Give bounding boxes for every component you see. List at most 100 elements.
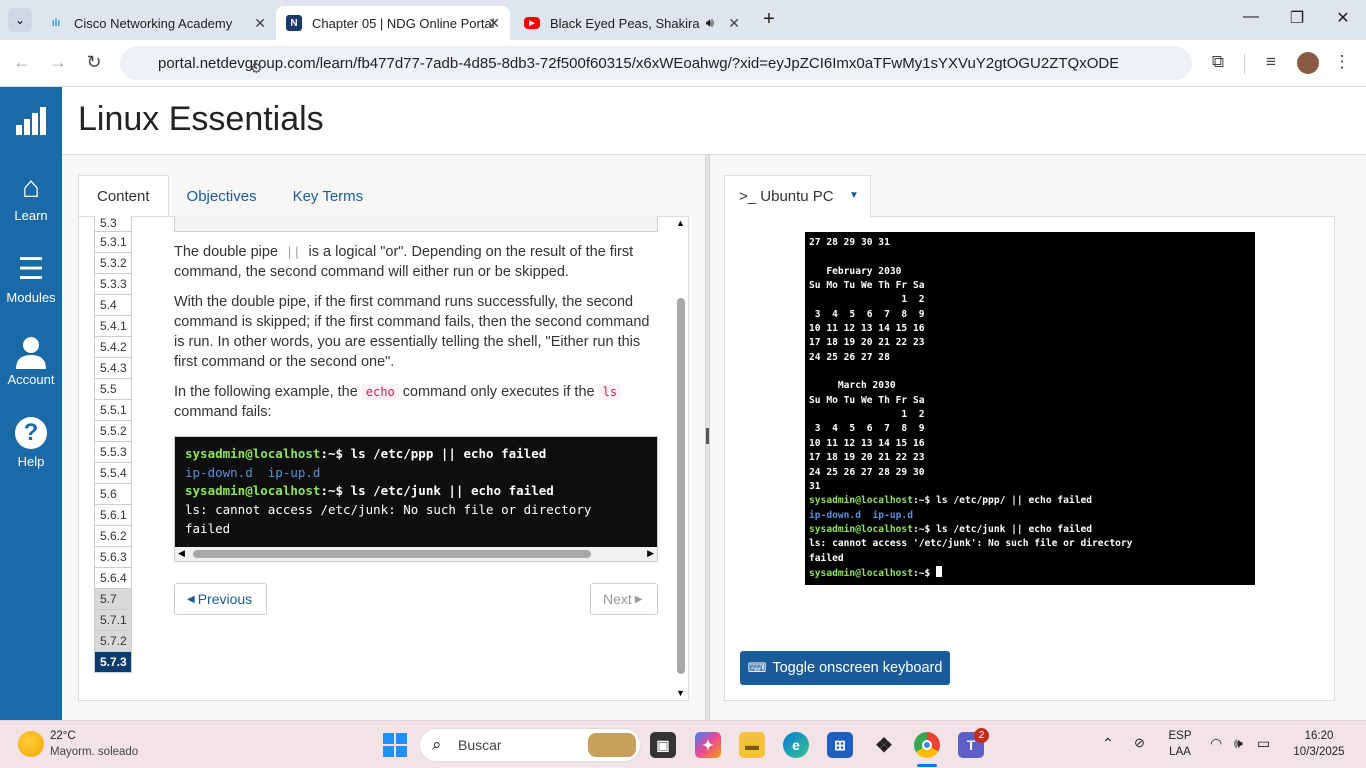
- terminal-prompt: sysadmin@localhost: [809, 523, 913, 535]
- user-icon: [16, 337, 46, 369]
- toc-item[interactable]: 5.3.1: [94, 232, 132, 253]
- tab-search-button[interactable]: ⌄: [8, 8, 32, 32]
- extensions-icon[interactable]: ⧉: [1206, 52, 1230, 72]
- terminal-line: 3 4 5 6 7 8 9: [809, 422, 1251, 436]
- new-tab-button[interactable]: +: [754, 8, 784, 31]
- site-info-icon[interactable]: ⚙: [250, 60, 263, 77]
- tab-key-terms[interactable]: Key Terms: [275, 175, 382, 217]
- toc-item[interactable]: 5.6: [94, 484, 132, 505]
- vm-tab[interactable]: >_ Ubuntu PC ▼: [724, 175, 871, 217]
- toc-item[interactable]: 5.4.3: [94, 358, 132, 379]
- scroll-right-icon[interactable]: ▶: [647, 548, 654, 559]
- content-vertical-scrollbar[interactable]: ▲ ▼: [674, 216, 688, 700]
- toc-item[interactable]: 5.6.3: [94, 547, 132, 568]
- toc-item[interactable]: 5.5.1: [94, 400, 132, 421]
- previous-label: Previous: [197, 591, 253, 607]
- more-menu-icon[interactable]: ⋮: [1330, 52, 1354, 72]
- weather-description[interactable]: Mayorm. soleado: [50, 746, 138, 758]
- chrome-icon[interactable]: [914, 732, 940, 758]
- close-tab-icon[interactable]: ✕: [488, 15, 500, 32]
- language-code[interactable]: ESP: [1163, 730, 1197, 742]
- taskbar-search[interactable]: ⌕ Buscar: [419, 728, 641, 762]
- keyboard-layout[interactable]: LAA: [1163, 746, 1197, 758]
- browser-tab-cisco[interactable]: ılı Cisco Networking Academy ✕: [38, 6, 276, 40]
- browser-tab-strip: ⌄ ılı Cisco Networking Academy ✕ N Chapt…: [0, 0, 1366, 40]
- profile-avatar[interactable]: [1297, 52, 1319, 74]
- prompt-user: sysadmin@localhost: [185, 446, 321, 461]
- nav-modules[interactable]: ☰ Modules: [0, 253, 62, 305]
- edge-icon[interactable]: e: [783, 732, 809, 758]
- nav-learn[interactable]: ⌂ Learn: [0, 171, 62, 223]
- splitter-grip[interactable]: [706, 428, 709, 444]
- command: ls /etc/junk || echo failed: [350, 483, 554, 499]
- toc-item[interactable]: 5.7: [94, 589, 132, 610]
- scrollbar-thumb[interactable]: [193, 550, 591, 558]
- toc-item[interactable]: 5.3.3: [94, 274, 132, 295]
- volume-icon[interactable]: 🕪︎: [1234, 735, 1243, 752]
- terminal-line: 1 2: [809, 408, 1251, 422]
- code-horizontal-scrollbar[interactable]: ◀ ▶: [175, 547, 657, 561]
- toc-item[interactable]: 5.3.2: [94, 253, 132, 274]
- browser-tab-ndg[interactable]: N Chapter 05 | NDG Online Portal ✕: [276, 6, 510, 40]
- battery-icon[interactable]: ▭: [1257, 735, 1270, 752]
- maximize-button[interactable]: ❐: [1282, 8, 1312, 28]
- toc-item[interactable]: 5.4: [94, 295, 132, 316]
- previous-button[interactable]: ◀ Previous: [174, 583, 267, 615]
- scroll-down-icon[interactable]: ▼: [676, 688, 685, 698]
- vm-tab-label: >_ Ubuntu PC: [739, 188, 834, 205]
- toggle-keyboard-button[interactable]: ⌨ Toggle onscreen keyboard: [740, 651, 950, 685]
- next-button[interactable]: Next ▶: [590, 583, 658, 615]
- nav-help[interactable]: ? Help: [0, 417, 62, 469]
- url-text: portal.netdevgroup.com/learn/fb477d77-7a…: [158, 54, 1118, 72]
- terminal-text: 24 25 26 27 28: [809, 351, 890, 363]
- toc-item[interactable]: 5.4.1: [94, 316, 132, 337]
- speaker-icon[interactable]: 🔊︎: [706, 15, 714, 31]
- close-tab-icon[interactable]: ✕: [254, 15, 266, 32]
- back-button[interactable]: ←: [10, 52, 34, 73]
- toc-item[interactable]: 5.3: [94, 216, 132, 232]
- tab-objectives[interactable]: Objectives: [169, 175, 275, 217]
- scrollbar-thumb[interactable]: [677, 298, 685, 674]
- toc-item[interactable]: 5.7.2: [94, 631, 132, 652]
- toc-item[interactable]: 5.5.4: [94, 463, 132, 484]
- forward-button[interactable]: →: [46, 52, 70, 73]
- toc-item[interactable]: 5.4.2: [94, 337, 132, 358]
- address-bar[interactable]: ⚙ portal.netdevgroup.com/learn/fb477d77-…: [120, 46, 1192, 80]
- toc-item[interactable]: 5.5: [94, 379, 132, 400]
- close-window-button[interactable]: ✕: [1328, 8, 1358, 28]
- toc-item[interactable]: 5.6.4: [94, 568, 132, 589]
- dropbox-icon[interactable]: ❖: [871, 732, 897, 758]
- clock-time[interactable]: 16:20: [1288, 730, 1350, 742]
- scroll-left-icon[interactable]: ◀: [178, 548, 185, 559]
- vm-terminal[interactable]: 27 28 29 30 31 February 2030 Su Mo Tu We …: [805, 232, 1255, 585]
- clock-date[interactable]: 10/3/2025: [1288, 746, 1350, 758]
- copilot-icon[interactable]: ✦: [695, 732, 721, 758]
- caret-down-icon[interactable]: ▼: [849, 190, 859, 201]
- task-view-icon[interactable]: ▣: [650, 732, 676, 758]
- weather-temp[interactable]: 22°C: [50, 730, 76, 742]
- toc-item[interactable]: 5.6.2: [94, 526, 132, 547]
- weather-sun-icon[interactable]: [18, 731, 44, 757]
- store-icon[interactable]: ⊞: [827, 732, 853, 758]
- toc-item[interactable]: 5.7.1: [94, 610, 132, 631]
- network-alert-icon[interactable]: ⊘: [1134, 735, 1145, 751]
- paragraph: In the following example, the echo comma…: [174, 382, 658, 422]
- reload-button[interactable]: ↻: [82, 52, 106, 73]
- close-tab-icon[interactable]: ✕: [728, 15, 740, 32]
- media-control-icon[interactable]: ≡: [1259, 52, 1283, 72]
- scroll-up-icon[interactable]: ▲: [676, 218, 685, 228]
- nav-account[interactable]: Account: [0, 335, 62, 387]
- file-explorer-icon[interactable]: ▬: [739, 732, 765, 758]
- tab-content[interactable]: Content: [78, 175, 169, 217]
- toc-item[interactable]: 5.5.2: [94, 421, 132, 442]
- toc-item[interactable]: 5.6.1: [94, 505, 132, 526]
- chevron-down-icon: ⌄: [14, 13, 26, 27]
- toc-item[interactable]: 5.5.3: [94, 442, 132, 463]
- wifi-icon[interactable]: ◠: [1210, 735, 1222, 752]
- browser-tab-youtube[interactable]: ▶ Black Eyed Peas, Shakira - G 🔊︎ ✕: [514, 6, 750, 40]
- app-logo[interactable]: [0, 107, 62, 138]
- toc-item[interactable]: 5.7.3: [94, 652, 132, 673]
- windows-start-icon[interactable]: [383, 733, 407, 757]
- minimize-button[interactable]: —: [1236, 8, 1266, 26]
- chevron-up-icon[interactable]: ⌃: [1102, 735, 1114, 752]
